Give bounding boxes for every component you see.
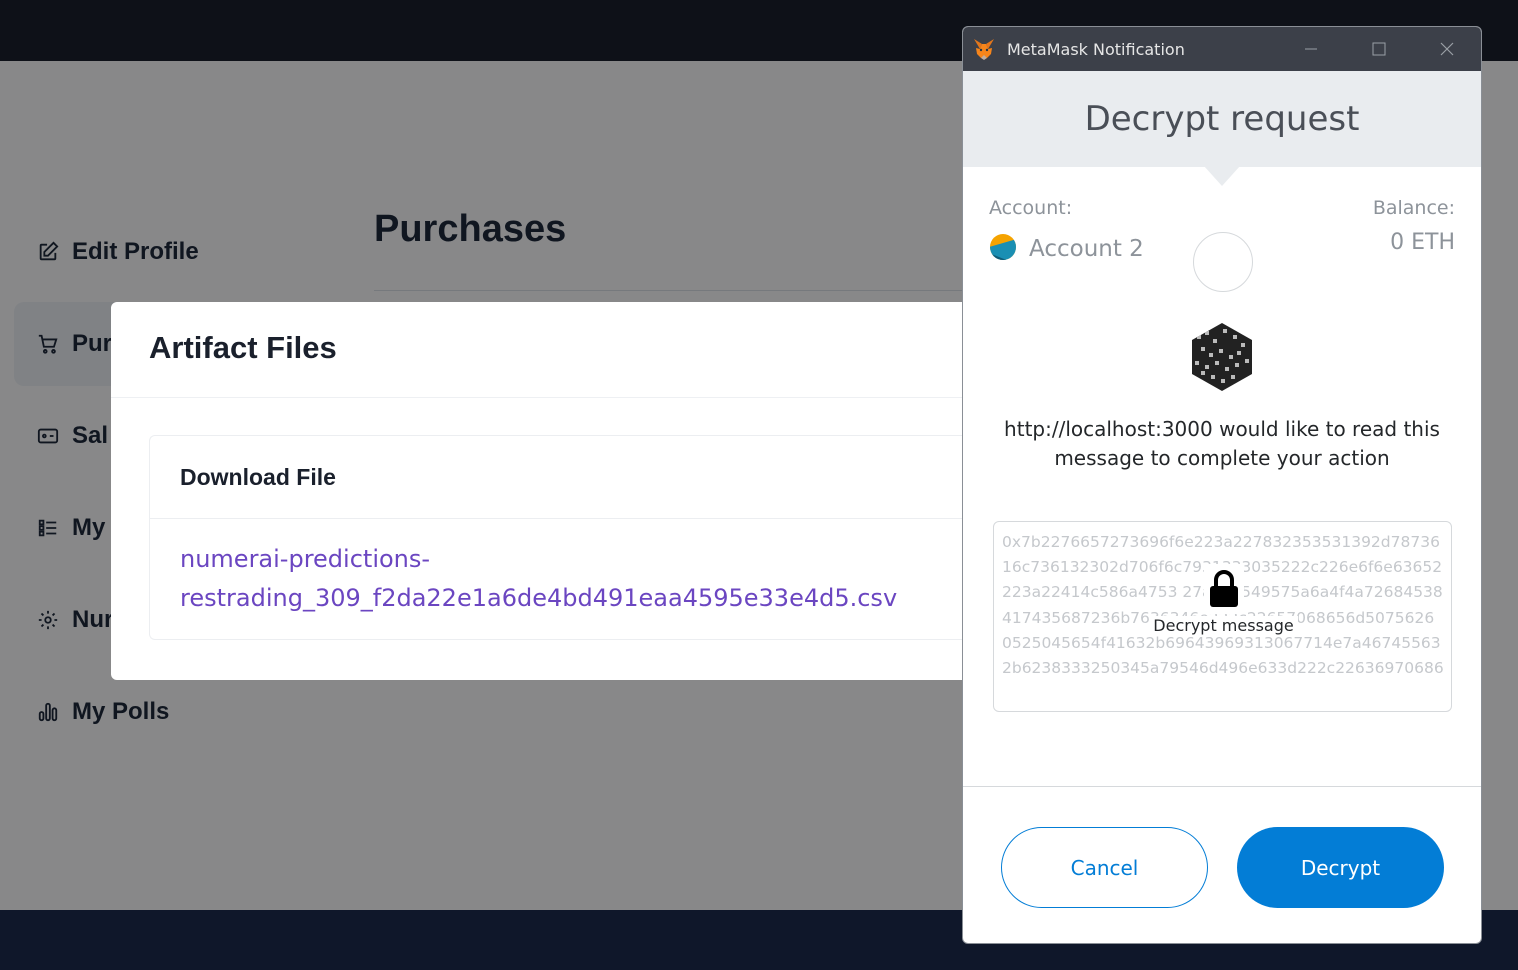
modal-title: Artifact Files [149, 330, 337, 365]
artifact-files-modal: Artifact Files Download File numerai-pre… [111, 302, 992, 680]
cancel-button[interactable]: Cancel [1001, 827, 1208, 908]
site-identicon-icon [1189, 321, 1255, 397]
files-table: Download File numerai-predictions-restra… [149, 435, 992, 640]
window-titlebar[interactable]: MetaMask Notification [963, 27, 1481, 71]
divider [963, 786, 1481, 787]
balance-label: Balance: [1372, 197, 1455, 219]
maximize-button[interactable] [1345, 27, 1413, 71]
metamask-fox-icon [971, 36, 997, 62]
encrypted-message-box: 0x7b2276657273696f6e223a227832353531392d… [993, 521, 1452, 712]
account-name: Account 2 [1029, 236, 1144, 262]
column-header-download-file: Download File [180, 464, 336, 490]
window-title: MetaMask Notification [1007, 39, 1185, 59]
decrypt-message-label: Decrypt message [1149, 616, 1298, 635]
request-heading: Decrypt request [1084, 99, 1360, 139]
divider [111, 397, 991, 398]
header-notch [1204, 166, 1240, 186]
account-label: Account: [989, 197, 1073, 219]
site-favicon-placeholder [1193, 232, 1253, 292]
decrypt-button[interactable]: Decrypt [1237, 827, 1444, 908]
balance-value: 0 ETH [1390, 230, 1455, 255]
decrypt-message-reveal[interactable]: Decrypt message [994, 564, 1451, 635]
account-avatar-icon [989, 233, 1017, 265]
request-header: Decrypt request [963, 71, 1481, 167]
minimize-button[interactable] [1277, 27, 1345, 71]
metamask-window: MetaMask Notification Decrypt request Ac… [962, 26, 1482, 944]
lock-icon [1203, 564, 1244, 614]
close-icon[interactable] [1413, 27, 1481, 71]
account-display: Account 2 [989, 233, 1144, 265]
file-download-link[interactable]: numerai-predictions-restrading_309_f2da2… [180, 540, 960, 618]
request-description: http://localhost:3000 would like to read… [1004, 417, 1440, 470]
divider [150, 518, 992, 519]
